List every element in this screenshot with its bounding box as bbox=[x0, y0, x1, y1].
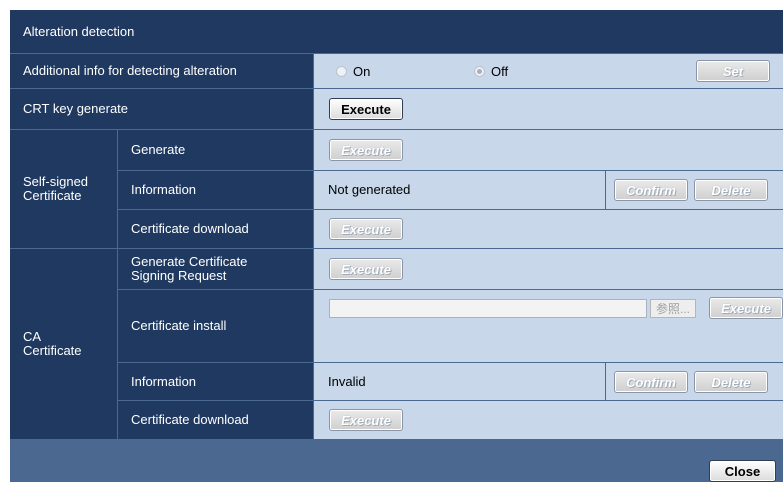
ca-csr-execute-button[interactable]: Execute bbox=[329, 258, 403, 280]
self-signed-information-label: Information bbox=[118, 171, 313, 209]
ca-install-label: Certificate install bbox=[118, 290, 313, 362]
crt-key-cell: Execute bbox=[314, 89, 783, 129]
self-signed-generate-label: Generate bbox=[118, 130, 313, 170]
self-signed-information-value: Not generated bbox=[314, 171, 605, 209]
ca-information-actions: Confirm Delete bbox=[606, 363, 783, 400]
self-signed-generate-cell: Execute bbox=[314, 130, 783, 170]
crt-key-label: CRT key generate bbox=[10, 89, 313, 129]
ca-download-execute-button[interactable]: Execute bbox=[329, 409, 403, 431]
ca-csr-label: Generate Certificate Signing Request bbox=[118, 249, 313, 289]
ca-download-label: Certificate download bbox=[118, 401, 313, 439]
ca-install-cell: 参照... Execute bbox=[314, 290, 783, 362]
self-signed-information-actions: Confirm Delete bbox=[606, 171, 783, 209]
ca-download-cell: Execute bbox=[314, 401, 783, 439]
self-signed-delete-button[interactable]: Delete bbox=[694, 179, 768, 201]
self-signed-group-label: Self-signed Certificate bbox=[10, 130, 117, 248]
additional-info-label: Additional info for detecting alteration bbox=[10, 54, 313, 88]
ca-information-value: Invalid bbox=[314, 363, 605, 400]
ca-install-execute-button[interactable]: Execute bbox=[709, 297, 783, 319]
alteration-detection-panel: Alteration detection Additional info for… bbox=[10, 10, 783, 482]
ca-group-label: CA Certificate bbox=[10, 249, 117, 439]
ca-csr-cell: Execute bbox=[314, 249, 783, 289]
crt-key-execute-button[interactable]: Execute bbox=[329, 98, 403, 120]
self-signed-generate-execute-button[interactable]: Execute bbox=[329, 139, 403, 161]
self-signed-download-label: Certificate download bbox=[118, 210, 313, 248]
radio-off-icon[interactable] bbox=[474, 66, 485, 77]
ca-information-label: Information bbox=[118, 363, 313, 400]
certificate-file-input[interactable] bbox=[329, 299, 647, 318]
set-button[interactable]: Set bbox=[696, 60, 770, 82]
panel-title: Alteration detection bbox=[10, 10, 783, 53]
ca-confirm-button[interactable]: Confirm bbox=[614, 371, 688, 393]
radio-off-label: Off bbox=[491, 64, 509, 79]
self-signed-confirm-button[interactable]: Confirm bbox=[614, 179, 688, 201]
ca-delete-button[interactable]: Delete bbox=[694, 371, 768, 393]
radio-on-icon[interactable] bbox=[336, 66, 347, 77]
additional-info-cell: On Off Set bbox=[314, 54, 783, 88]
self-signed-download-execute-button[interactable]: Execute bbox=[329, 218, 403, 240]
radio-off[interactable]: Off bbox=[474, 64, 508, 79]
browse-button[interactable]: 参照... bbox=[650, 299, 696, 318]
close-button[interactable]: Close bbox=[709, 460, 776, 482]
radio-on[interactable]: On bbox=[336, 64, 370, 79]
self-signed-download-cell: Execute bbox=[314, 210, 783, 248]
radio-on-label: On bbox=[353, 64, 371, 79]
